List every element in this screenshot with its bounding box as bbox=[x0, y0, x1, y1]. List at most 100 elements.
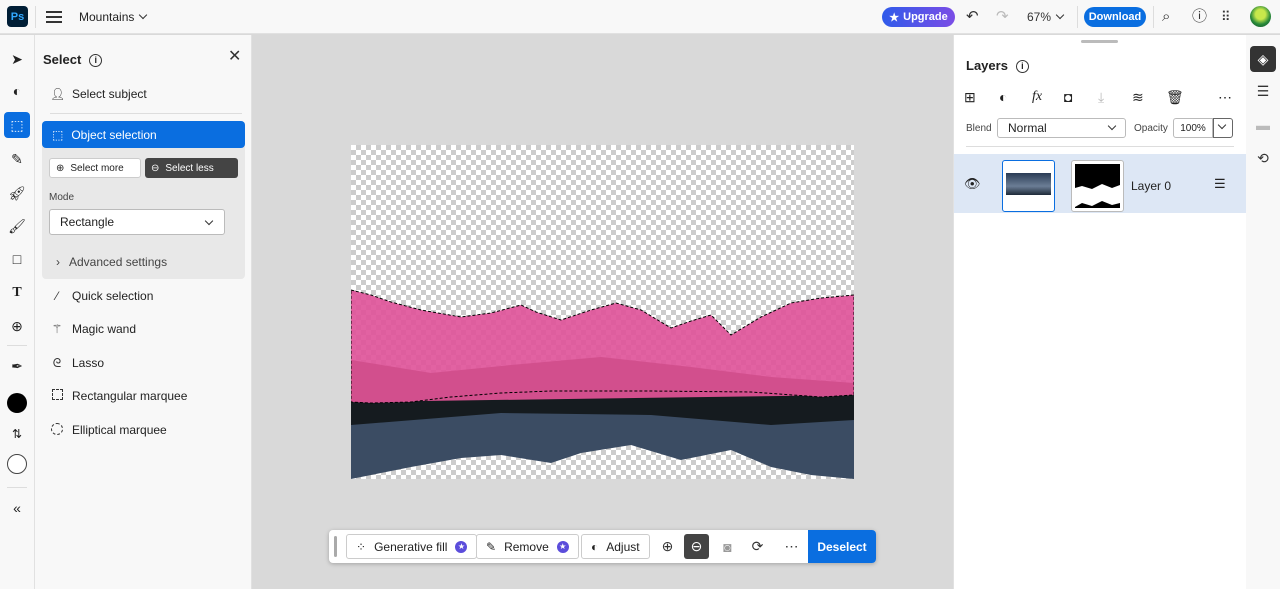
divider bbox=[7, 487, 27, 488]
properties-icon[interactable]: ☰ bbox=[1250, 78, 1276, 104]
subtract-selection-icon: ⊖ bbox=[151, 162, 160, 174]
item-label: Elliptical marquee bbox=[72, 423, 167, 437]
help-icon[interactable]: ⓘ bbox=[1192, 8, 1207, 26]
elliptical-marquee-item[interactable]: Elliptical marquee bbox=[50, 421, 167, 439]
undo-icon[interactable]: ↶ bbox=[966, 8, 979, 26]
item-label: Lasso bbox=[72, 356, 105, 370]
button-label: Select less bbox=[165, 162, 214, 174]
item-label: Select subject bbox=[72, 87, 147, 101]
layer-mask-thumbnail[interactable] bbox=[1071, 160, 1124, 212]
contextual-taskbar: ⁘ Generative fill ★ ✎ Remove ★ ◐ Adjust ⊕ ⊖ ◙… bbox=[329, 530, 876, 563]
layers-title: Layers i bbox=[966, 58, 1029, 73]
document-title-dropdown[interactable]: Mountains bbox=[79, 10, 148, 24]
subtract-from-selection-icon[interactable]: ⊖ bbox=[684, 534, 709, 559]
info-icon[interactable]: i bbox=[89, 54, 103, 67]
premium-badge-icon: ★ bbox=[455, 540, 468, 553]
item-label: Quick selection bbox=[72, 289, 154, 303]
layer-thumbnail[interactable] bbox=[1002, 160, 1055, 212]
more-options-icon[interactable]: ⋯ bbox=[779, 534, 804, 559]
search-icon[interactable]: ⌕ bbox=[1162, 8, 1170, 26]
info-icon[interactable]: i bbox=[1015, 60, 1029, 73]
adjust-tool-icon[interactable]: ◐ bbox=[4, 78, 30, 104]
add-mask-icon[interactable]: ◘ bbox=[1064, 89, 1072, 105]
background-color-swatch[interactable] bbox=[4, 451, 30, 477]
adjust-button[interactable]: ◐ Adjust bbox=[581, 534, 650, 559]
item-label: Rectangular marquee bbox=[72, 389, 188, 403]
redo-icon[interactable]: ↷ bbox=[996, 8, 1009, 26]
layers-panel: Layers i ⊞ ◐ fx ◘ ⤓ ≋ 🗑︎ ⋯ Blend Normal O… bbox=[953, 35, 1247, 589]
delete-icon[interactable]: 🗑︎ bbox=[1166, 89, 1184, 106]
item-label: Object selection bbox=[71, 127, 157, 142]
mask-icon[interactable]: ◙ bbox=[715, 534, 740, 559]
download-button[interactable]: Download bbox=[1084, 7, 1146, 27]
menu-icon[interactable] bbox=[46, 9, 62, 25]
effects-fx-icon[interactable]: fx bbox=[1032, 89, 1042, 105]
eyedropper-tool-icon[interactable]: ✒ bbox=[4, 353, 30, 379]
panel-drag-handle[interactable] bbox=[1081, 40, 1118, 43]
history-icon[interactable]: ⟲ bbox=[1250, 145, 1276, 171]
apps-icon[interactable]: ⠿ bbox=[1221, 8, 1230, 26]
panel-title-text: Select bbox=[43, 52, 82, 67]
add-to-selection-icon[interactable]: ⊕ bbox=[655, 534, 680, 559]
advanced-settings-toggle[interactable]: › Advanced settings bbox=[56, 255, 167, 269]
photoshop-logo[interactable]: Ps bbox=[7, 6, 28, 27]
layer-properties-icon[interactable]: ☰ bbox=[1214, 176, 1226, 192]
generative-fill-button[interactable]: ⁘ Generative fill ★ bbox=[346, 534, 478, 559]
avatar[interactable] bbox=[1250, 6, 1271, 27]
drag-handle[interactable] bbox=[334, 536, 337, 557]
visibility-eye-icon[interactable]: 👁︎ bbox=[964, 176, 981, 192]
object-selection-tool-icon[interactable]: ⬚ bbox=[4, 112, 30, 138]
layers-icon[interactable]: ◈ bbox=[1250, 46, 1276, 72]
generative-fill-icon: ⁘ bbox=[356, 539, 367, 554]
magic-wand-icon: ⚚ bbox=[51, 322, 63, 336]
adjust-icon: ◐ bbox=[591, 539, 599, 554]
blend-mode-select[interactable]: Normal bbox=[997, 118, 1126, 138]
object-selection-item[interactable]: ⬚ Object selection bbox=[42, 121, 245, 148]
comments-icon[interactable]: ▬ bbox=[1250, 112, 1276, 138]
select-less-button[interactable]: ⊖ Select less bbox=[145, 158, 238, 178]
brush-tool-icon[interactable]: 🖌︎ bbox=[4, 213, 30, 239]
chevron-down-icon bbox=[1107, 121, 1117, 131]
layer-row[interactable]: 👁︎ Layer 0 ☰ bbox=[954, 154, 1247, 213]
collapse-icon[interactable]: « bbox=[4, 495, 30, 521]
close-icon[interactable]: ✕ bbox=[228, 46, 241, 66]
move-tool-icon[interactable]: ➤ bbox=[4, 46, 30, 72]
mode-select[interactable]: Rectangle bbox=[49, 209, 225, 235]
healing-tool-icon[interactable]: ✎ bbox=[4, 146, 30, 172]
add-image-icon[interactable]: ⊕ bbox=[4, 313, 30, 339]
opacity-dropdown[interactable] bbox=[1213, 118, 1233, 138]
opacity-input[interactable]: 100% bbox=[1173, 118, 1213, 138]
add-layer-icon[interactable]: ⊞ bbox=[964, 89, 976, 106]
layer-stack-icon[interactable]: ≋ bbox=[1132, 89, 1144, 106]
quick-actions-rocket-icon[interactable]: 🚀︎ bbox=[4, 180, 30, 206]
quick-selection-item[interactable]: ⁄ Quick selection bbox=[50, 287, 153, 305]
image-content bbox=[351, 289, 854, 479]
more-options-icon[interactable]: ⋯ bbox=[1218, 89, 1232, 106]
lasso-item[interactable]: ᘓ Lasso bbox=[50, 354, 104, 372]
quick-selection-icon: ⁄ bbox=[55, 289, 58, 303]
select-subject-item[interactable]: 👤︎ Select subject bbox=[50, 85, 147, 103]
type-tool-icon[interactable]: T bbox=[4, 280, 30, 306]
select-more-button[interactable]: ⊕ Select more bbox=[49, 158, 141, 178]
invert-selection-icon[interactable]: ⟳ bbox=[745, 534, 770, 559]
button-label: Adjust bbox=[606, 539, 640, 554]
clip-to-below-icon[interactable]: ⤓ bbox=[1098, 89, 1104, 106]
rectangular-marquee-item[interactable]: Rectangular marquee bbox=[50, 387, 187, 405]
lasso-icon: ᘓ bbox=[52, 355, 62, 370]
panel-title: Select i bbox=[43, 52, 103, 67]
adjustment-layer-icon[interactable]: ◐ bbox=[999, 89, 1007, 105]
rectangle-tool-icon[interactable]: □ bbox=[4, 246, 30, 272]
foreground-color-swatch[interactable] bbox=[4, 390, 30, 416]
magic-wand-item[interactable]: ⚚ Magic wand bbox=[50, 320, 136, 338]
remove-button[interactable]: ✎ Remove ★ bbox=[476, 534, 579, 559]
button-label: Select more bbox=[70, 162, 124, 174]
chevron-down-icon bbox=[1217, 120, 1227, 130]
zoom-dropdown[interactable]: 67% bbox=[1027, 10, 1065, 24]
button-label: Generative fill bbox=[374, 539, 448, 554]
object-selection-icon: ⬚ bbox=[52, 127, 64, 142]
canvas-image[interactable] bbox=[351, 145, 854, 479]
upgrade-button[interactable]: ★ Upgrade bbox=[882, 7, 955, 27]
swap-colors-icon[interactable]: ⇅ bbox=[4, 421, 30, 447]
deselect-button[interactable]: Deselect bbox=[808, 530, 876, 563]
item-label: Magic wand bbox=[72, 322, 137, 336]
